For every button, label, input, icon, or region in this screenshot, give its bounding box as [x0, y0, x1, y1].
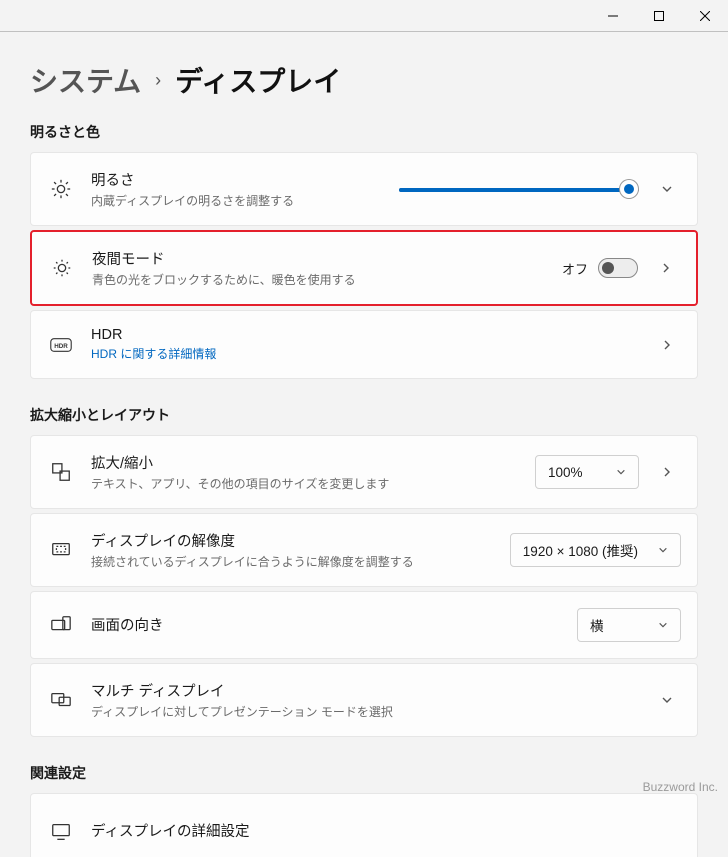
- brightness-slider[interactable]: [399, 179, 639, 199]
- section-scale-layout: 拡大縮小とレイアウト: [30, 405, 698, 425]
- card-advanced-display[interactable]: ディスプレイの詳細設定: [30, 793, 698, 857]
- scale-icon: [49, 461, 73, 483]
- card-brightness[interactable]: 明るさ 内蔵ディスプレイの明るさを調整する: [30, 152, 698, 226]
- night-light-toggle[interactable]: [598, 258, 638, 278]
- brand-watermark: Buzzword Inc.: [643, 780, 718, 794]
- scale-subtitle: テキスト、アプリ、その他の項目のサイズを変更します: [91, 475, 517, 492]
- multi-display-title: マルチ ディスプレイ: [91, 680, 635, 701]
- card-night-light[interactable]: 夜間モード 青色の光をブロックするために、暖色を使用する オフ: [30, 230, 698, 306]
- hdr-more-button[interactable]: [653, 331, 681, 359]
- card-resolution[interactable]: ディスプレイの解像度 接続されているディスプレイに合うように解像度を調整する 1…: [30, 513, 698, 587]
- advanced-display-title: ディスプレイの詳細設定: [91, 820, 681, 841]
- scale-title: 拡大/縮小: [91, 452, 517, 473]
- orientation-dropdown[interactable]: 横: [577, 608, 681, 642]
- svg-text:HDR: HDR: [54, 343, 68, 350]
- window-titlebar: [0, 0, 728, 32]
- window-maximize-button[interactable]: [636, 0, 682, 32]
- card-scale[interactable]: 拡大/縮小 テキスト、アプリ、その他の項目のサイズを変更します 100%: [30, 435, 698, 509]
- page-title: ディスプレイ: [175, 60, 341, 100]
- chevron-down-icon: [658, 543, 668, 558]
- expand-brightness-button[interactable]: [653, 175, 681, 203]
- chevron-down-icon: [616, 465, 626, 480]
- night-light-title: 夜間モード: [92, 248, 544, 269]
- scale-dropdown[interactable]: 100%: [535, 455, 639, 489]
- brightness-icon: [49, 178, 73, 200]
- card-multi-display[interactable]: マルチ ディスプレイ ディスプレイに対してプレゼンテーション モードを選択: [30, 663, 698, 737]
- expand-multi-display-button[interactable]: [653, 686, 681, 714]
- resolution-subtitle: 接続されているディスプレイに合うように解像度を調整する: [91, 553, 492, 570]
- chevron-down-icon: [658, 618, 668, 633]
- section-related: 関連設定: [30, 763, 698, 783]
- hdr-title: HDR: [91, 327, 635, 343]
- night-light-more-button[interactable]: [652, 254, 680, 282]
- multi-display-subtitle: ディスプレイに対してプレゼンテーション モードを選択: [91, 703, 635, 720]
- scale-more-button[interactable]: [653, 458, 681, 486]
- brightness-subtitle: 内蔵ディスプレイの明るさを調整する: [91, 192, 381, 209]
- brightness-title: 明るさ: [91, 169, 381, 190]
- orientation-value: 横: [590, 615, 604, 635]
- night-light-subtitle: 青色の光をブロックするために、暖色を使用する: [92, 271, 544, 288]
- resolution-value: 1920 × 1080 (推奨): [523, 540, 638, 560]
- resolution-dropdown[interactable]: 1920 × 1080 (推奨): [510, 533, 681, 567]
- multi-display-icon: [49, 689, 73, 711]
- card-orientation[interactable]: 画面の向き 横: [30, 591, 698, 659]
- hdr-icon: HDR: [49, 334, 73, 356]
- resolution-icon: [49, 539, 73, 561]
- chevron-right-icon: ›: [155, 70, 161, 91]
- window-minimize-button[interactable]: [590, 0, 636, 32]
- card-hdr[interactable]: HDR HDR HDR に関する詳細情報: [30, 310, 698, 379]
- breadcrumb: システム › ディスプレイ: [30, 60, 698, 100]
- hdr-link[interactable]: HDR に関する詳細情報: [91, 345, 635, 362]
- orientation-title: 画面の向き: [91, 614, 559, 635]
- orientation-icon: [49, 614, 73, 636]
- night-light-state-label: オフ: [562, 259, 588, 278]
- scale-value: 100%: [548, 465, 583, 480]
- window-close-button[interactable]: [682, 0, 728, 32]
- breadcrumb-root[interactable]: システム: [30, 60, 141, 100]
- section-brightness-color: 明るさと色: [30, 122, 698, 142]
- night-light-icon: [50, 257, 74, 279]
- resolution-title: ディスプレイの解像度: [91, 530, 492, 551]
- advanced-display-icon: [49, 821, 73, 843]
